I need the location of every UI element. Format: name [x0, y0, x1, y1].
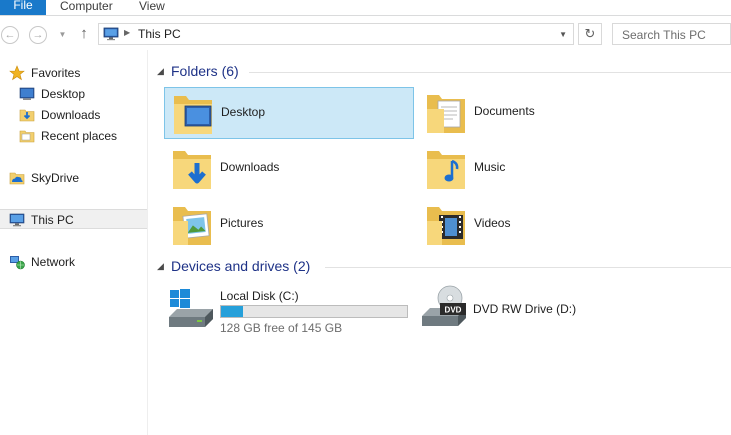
group-divider	[249, 72, 731, 73]
star-icon	[9, 65, 25, 81]
nav-item-desktop[interactable]: Desktop	[0, 84, 147, 104]
nav-label: This PC	[31, 213, 74, 227]
pictures-folder-icon	[173, 207, 211, 245]
drive-name: Local Disk (C:)	[220, 289, 299, 303]
folder-label: Documents	[474, 104, 535, 118]
search-placeholder: Search This PC	[622, 28, 706, 42]
search-input[interactable]: Search This PC	[612, 23, 731, 45]
group-divider	[325, 267, 731, 268]
content-pane: ◢ Folders (6) Desktop Documents Download…	[149, 50, 731, 435]
nav-label: Recent places	[41, 129, 118, 143]
desktop-folder-icon	[174, 96, 212, 134]
address-dropdown-icon[interactable]: ▼	[559, 30, 567, 39]
this-pc-icon	[9, 213, 25, 227]
back-button[interactable]: ←	[1, 26, 19, 44]
network-icon	[10, 256, 25, 270]
desktop-icon	[19, 87, 35, 100]
folder-tile-music[interactable]: Music	[418, 143, 668, 195]
nav-label: SkyDrive	[31, 171, 80, 185]
downloads-folder-icon	[19, 109, 35, 122]
up-button[interactable]: ↑	[76, 24, 92, 44]
group-title: Folders (6)	[171, 63, 239, 79]
folder-label: Music	[474, 160, 506, 174]
folder-label: Desktop	[221, 105, 266, 119]
drive-tile-local-disk[interactable]: Local Disk (C:) 128 GB free of 145 GB	[167, 287, 417, 337]
arrow-left-icon: ←	[4, 29, 16, 41]
dvd-drive-icon: DVD	[422, 285, 466, 326]
videos-folder-icon	[427, 207, 465, 245]
nav-item-downloads[interactable]: Downloads	[0, 105, 147, 125]
folder-label: Videos	[474, 216, 511, 230]
address-row: ← → ▼ ↑ ▶ This PC ▼ ↻ Search This PC	[0, 17, 731, 50]
arrow-right-icon: →	[32, 29, 44, 41]
folder-tile-downloads[interactable]: Downloads	[164, 143, 414, 195]
nav-label: Network	[31, 255, 76, 269]
collapse-arrow-icon[interactable]: ◢	[157, 66, 164, 77]
folder-tile-videos[interactable]: Videos	[418, 199, 668, 251]
forward-button[interactable]: →	[29, 26, 47, 44]
local-disk-windows-icon	[169, 289, 213, 327]
this-pc-icon	[103, 27, 119, 41]
music-folder-icon	[427, 151, 465, 189]
nav-item-recent-places[interactable]: Recent places	[0, 126, 147, 146]
address-bar[interactable]: ▶ This PC ▼	[98, 23, 574, 45]
folder-tile-documents[interactable]: Documents	[418, 87, 668, 139]
folders-group-header[interactable]: ◢ Folders (6)	[149, 62, 731, 82]
skydrive-icon	[9, 172, 25, 185]
drives-group-header[interactable]: ◢ Devices and drives (2)	[149, 257, 731, 277]
folder-tile-pictures[interactable]: Pictures	[164, 199, 414, 251]
tab-computer[interactable]: Computer	[60, 0, 113, 15]
chevron-down-icon: ▼	[58, 30, 67, 39]
folder-label: Pictures	[220, 216, 264, 230]
breadcrumb-this-pc[interactable]: This PC	[138, 27, 181, 41]
collapse-arrow-icon[interactable]: ◢	[157, 261, 164, 272]
svg-text:DVD: DVD	[445, 306, 462, 315]
folder-label: Downloads	[220, 160, 280, 174]
downloads-folder-icon	[173, 151, 211, 189]
recent-locations-button[interactable]: ▼	[58, 30, 67, 39]
nav-item-this-pc[interactable]: This PC	[0, 209, 147, 229]
group-title: Devices and drives (2)	[171, 258, 311, 274]
nav-label: Downloads	[41, 108, 101, 122]
nav-item-network[interactable]: Network	[0, 252, 147, 272]
drive-tile-dvd[interactable]: DVD DVD RW Drive (D:)	[420, 284, 620, 334]
explorer-window: File Computer View ← → ▼ ↑ ▶ This PC ▼ ↻…	[0, 0, 731, 435]
recent-places-icon	[19, 130, 35, 143]
drive-usage-bar	[220, 305, 408, 318]
arrow-up-icon: ↑	[80, 25, 88, 42]
drive-name: DVD RW Drive (D:)	[473, 302, 577, 316]
nav-item-favorites[interactable]: Favorites	[0, 63, 147, 83]
nav-label: Desktop	[41, 87, 86, 101]
drive-usage-fill	[221, 306, 243, 317]
refresh-icon: ↻	[584, 26, 596, 41]
ribbon-tabs: File Computer View	[0, 0, 731, 16]
navigation-pane: Favorites Desktop Downloads Recent place…	[0, 50, 148, 435]
tab-file[interactable]: File	[0, 0, 46, 15]
refresh-button[interactable]: ↻	[578, 23, 602, 45]
documents-folder-icon	[427, 95, 465, 133]
breadcrumb-separator-icon[interactable]: ▶	[124, 28, 130, 37]
nav-item-skydrive[interactable]: SkyDrive	[0, 168, 147, 188]
drive-free-space: 128 GB free of 145 GB	[220, 321, 343, 335]
nav-label: Favorites	[31, 66, 81, 80]
folder-tile-desktop[interactable]: Desktop	[164, 87, 414, 139]
tab-view[interactable]: View	[139, 0, 165, 15]
